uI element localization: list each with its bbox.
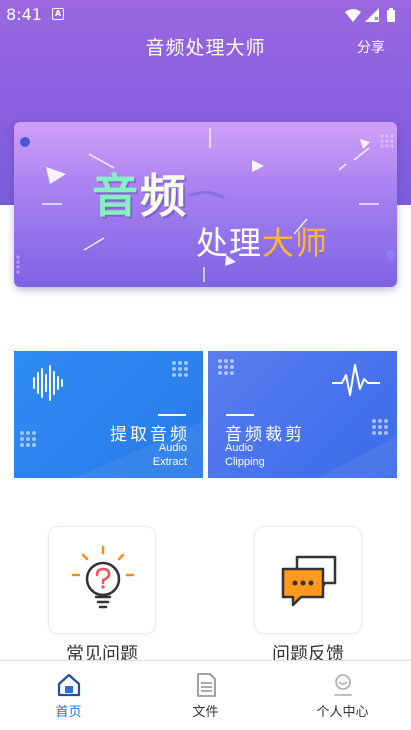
faq-tile[interactable] [48,526,156,634]
user-icon [334,674,352,696]
battery-icon [387,8,395,22]
nav-files[interactable]: 文件 [137,661,274,730]
waveform-icon [33,365,63,401]
question-bulb-icon [71,545,135,609]
status-bar: 8:41 A [0,0,411,30]
hero-banner: 音频 处理大师 [14,122,397,287]
share-button[interactable]: 分享 [357,37,385,57]
app-notification-icon: A [52,8,64,20]
wifi-icon [345,9,361,22]
banner-title-line1: 音频 [92,160,188,226]
nav-home-label: 首页 [55,705,82,720]
banner-title-line2: 处理大师 [196,218,328,264]
card-accent-line [226,414,254,416]
chat-bubbles-icon [281,555,337,607]
status-time: 8:41 [6,5,42,24]
banner-title-highlight: 音 [92,169,140,223]
feature-subtitle-line2: Extract [152,456,187,468]
signal-icon [365,8,379,22]
nav-profile-label: 个人中心 [316,705,369,720]
nav-home[interactable]: 首页 [0,661,137,730]
file-icon [197,673,216,697]
home-icon [57,673,81,697]
status-indicators [345,8,395,22]
banner-subtitle-part1: 处理 [196,224,263,262]
feature-subtitle: Audio Extract [153,441,187,469]
bottom-navigation: 首页 文件 个人中心 [0,660,411,730]
feedback-tile[interactable] [254,526,362,634]
audio-clipping-card[interactable]: 音频裁剪 Audio Clipping [208,351,397,478]
banner-title-rest: 频 [140,169,188,223]
feature-subtitle: Audio Clipping [225,441,265,469]
app-title: 音频处理大师 [145,37,266,59]
banner-subtitle-highlight: 大师 [262,224,329,262]
feature-subtitle-line1: Audio [225,442,254,454]
pulse-icon [332,364,380,396]
audio-extract-card[interactable]: 提取音频 Audio Extract [14,351,203,478]
feature-subtitle-line2: Clipping [225,456,265,468]
feature-subtitle-line1: Audio [158,442,187,454]
nav-profile[interactable]: 个人中心 [274,661,411,730]
card-accent-line [158,414,186,416]
nav-files-label: 文件 [192,705,219,720]
